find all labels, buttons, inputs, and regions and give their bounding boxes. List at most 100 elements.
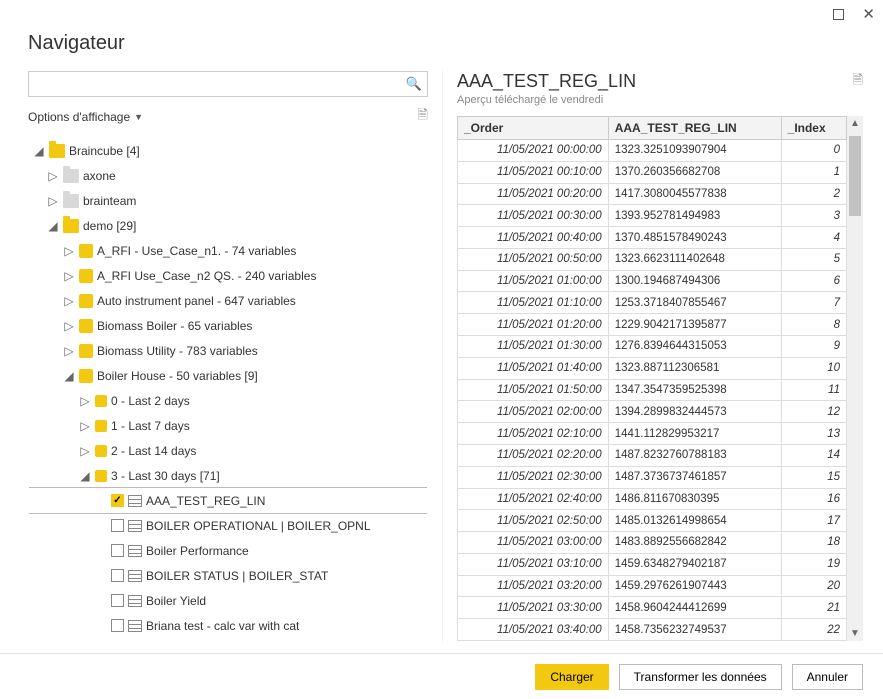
tree-leaf[interactable]: • BOILER OPERATIONAL | BOILER_OPNL	[29, 513, 427, 538]
table-row[interactable]: 11/05/2021 02:30:001487.373673746185715	[458, 466, 847, 488]
table-row[interactable]: 11/05/2021 02:00:001394.289983244457312	[458, 401, 847, 423]
expand-icon[interactable]: ▷	[47, 194, 59, 208]
cell-index: 11	[781, 379, 846, 401]
tree-node[interactable]: ▷ Biomass Boiler - 65 variables	[29, 313, 427, 338]
refresh-icon[interactable]: 🗎	[418, 106, 428, 128]
tree-node[interactable]: ▷ 0 - Last 2 days	[29, 388, 427, 413]
tree-node[interactable]: ▷ 2 - Last 14 days	[29, 438, 427, 463]
cube-icon	[79, 269, 93, 283]
load-button[interactable]: Charger	[535, 664, 608, 690]
folder-icon	[63, 219, 79, 233]
display-options-button[interactable]: Options d'affichage ▼	[28, 110, 143, 124]
search-input[interactable]	[28, 71, 428, 97]
tree-node[interactable]: ▷ A_RFI - Use_Case_n1. - 74 variables	[29, 238, 427, 263]
expand-icon[interactable]: ▷	[63, 344, 75, 358]
collapse-icon[interactable]: ◢	[33, 144, 45, 158]
maximize-icon[interactable]	[833, 9, 844, 20]
cell-index: 4	[781, 227, 846, 249]
scroll-thumb[interactable]	[849, 136, 861, 216]
table-row[interactable]: 11/05/2021 01:10:001253.37184078554677	[458, 292, 847, 314]
scroll-down-icon[interactable]: ▼	[847, 628, 863, 639]
expand-icon[interactable]: ▷	[47, 169, 59, 183]
tree-node-brainteam[interactable]: ▷ brainteam	[29, 188, 427, 213]
scroll-up-icon[interactable]: ▲	[847, 118, 863, 129]
checkbox[interactable]	[111, 619, 124, 632]
collapse-icon[interactable]: ◢	[79, 469, 91, 483]
checkbox[interactable]	[111, 544, 124, 557]
table-row[interactable]: 11/05/2021 01:00:001300.1946874943066	[458, 270, 847, 292]
table-row[interactable]: 11/05/2021 02:40:001486.81167083039516	[458, 488, 847, 510]
tree-label: BOILER OPERATIONAL | BOILER_OPNL	[146, 519, 371, 533]
expand-icon[interactable]: ▷	[63, 244, 75, 258]
expand-icon[interactable]: ▷	[79, 419, 91, 433]
table-row[interactable]: 11/05/2021 01:20:001229.90421713958778	[458, 314, 847, 336]
expand-icon[interactable]: ▷	[79, 444, 91, 458]
expand-icon[interactable]: ▷	[63, 294, 75, 308]
cell-order: 11/05/2021 03:20:00	[458, 575, 609, 597]
col-index[interactable]: _Index	[781, 117, 846, 140]
table-row[interactable]: 11/05/2021 03:00:001483.889255668284218	[458, 532, 847, 554]
cell-value: 1394.2899832444573	[608, 401, 781, 423]
tree-node[interactable]: ▷ Auto instrument panel - 647 variables	[29, 288, 427, 313]
tree-leaf[interactable]: • Boiler Yield	[29, 588, 427, 613]
preview-pane: AAA_TEST_REG_LIN Aperçu téléchargé le ve…	[457, 71, 863, 641]
table-row[interactable]: 11/05/2021 00:10:001370.2603566827081	[458, 161, 847, 183]
tree-node-root[interactable]: ◢ Braincube [4]	[29, 138, 427, 163]
search-icon[interactable]: 🔍	[406, 76, 422, 92]
tree-node-demo[interactable]: ◢ demo [29]	[29, 213, 427, 238]
cell-value: 1487.3736737461857	[608, 466, 781, 488]
cell-index: 13	[781, 423, 846, 445]
col-val[interactable]: AAA_TEST_REG_LIN	[608, 117, 781, 140]
table-row[interactable]: 11/05/2021 01:30:001276.83946443150539	[458, 336, 847, 358]
cancel-button[interactable]: Annuler	[792, 664, 863, 690]
checkbox[interactable]	[111, 594, 124, 607]
table-row[interactable]: 11/05/2021 00:00:001323.32510939079040	[458, 140, 847, 162]
preview-scrollbar[interactable]: ▲ ▼	[847, 116, 863, 641]
tree-node-axone[interactable]: ▷ axone	[29, 163, 427, 188]
tree-leaf-aaa-test[interactable]: • AAA_TEST_REG_LIN	[29, 488, 427, 513]
cube-icon	[79, 319, 93, 333]
tree-node[interactable]: ▷ Biomass Utility - 783 variables	[29, 338, 427, 363]
expand-icon[interactable]: ▷	[63, 319, 75, 333]
collapse-icon[interactable]: ◢	[63, 369, 75, 383]
table-row[interactable]: 11/05/2021 01:50:001347.354735952539811	[458, 379, 847, 401]
pane-divider[interactable]	[442, 71, 443, 641]
tree-leaf[interactable]: • BOILER STATUS | BOILER_STAT	[29, 563, 427, 588]
tree-node-boilerhouse[interactable]: ◢ Boiler House - 50 variables [9]	[29, 363, 427, 388]
tree-view[interactable]: ◢ Braincube [4] ▷ axone ▷ brainteam ◢ de…	[28, 131, 428, 641]
tree-node-last30[interactable]: ◢ 3 - Last 30 days [71]	[29, 463, 427, 488]
add-column-icon[interactable]: 🗎	[853, 71, 863, 93]
table-row[interactable]: 11/05/2021 02:20:001487.823276078818314	[458, 444, 847, 466]
collapse-icon[interactable]: ◢	[47, 219, 59, 233]
tree-leaf[interactable]: • Boiler Performance	[29, 538, 427, 563]
table-row[interactable]: 11/05/2021 03:30:001458.960424441269921	[458, 597, 847, 619]
col-order[interactable]: _Order	[458, 117, 609, 140]
checkbox-checked[interactable]	[111, 494, 124, 507]
tree-node[interactable]: ▷ 1 - Last 7 days	[29, 413, 427, 438]
table-row[interactable]: 11/05/2021 00:40:001370.48515784902434	[458, 227, 847, 249]
cell-value: 1483.8892556682842	[608, 532, 781, 554]
table-row[interactable]: 11/05/2021 02:10:001441.11282995321713	[458, 423, 847, 445]
tree-label: Briana test - calc var with cat	[146, 619, 299, 633]
table-row[interactable]: 11/05/2021 00:50:001323.66231114026485	[458, 248, 847, 270]
cell-order: 11/05/2021 01:10:00	[458, 292, 609, 314]
close-icon[interactable]: ✕	[862, 5, 875, 23]
table-row[interactable]: 11/05/2021 00:30:001393.9527814949833	[458, 205, 847, 227]
tree-leaf[interactable]: • Briana test - calc var with cat	[29, 613, 427, 638]
checkbox[interactable]	[111, 569, 124, 582]
table-row[interactable]: 11/05/2021 00:20:001417.30800455778382	[458, 183, 847, 205]
transform-button[interactable]: Transformer les données	[619, 664, 782, 690]
cell-index: 14	[781, 444, 846, 466]
cell-index: 16	[781, 488, 846, 510]
table-row[interactable]: 11/05/2021 01:40:001323.88711230658110	[458, 357, 847, 379]
table-row[interactable]: 11/05/2021 02:50:001485.013261499865417	[458, 510, 847, 532]
table-row[interactable]: 11/05/2021 03:40:001458.735623274953722	[458, 619, 847, 641]
checkbox[interactable]	[111, 519, 124, 532]
table-icon	[128, 595, 142, 607]
tree-node[interactable]: ▷ A_RFI Use_Case_n2 QS. - 240 variables	[29, 263, 427, 288]
cell-value: 1459.2976261907443	[608, 575, 781, 597]
expand-icon[interactable]: ▷	[79, 394, 91, 408]
expand-icon[interactable]: ▷	[63, 269, 75, 283]
table-row[interactable]: 11/05/2021 03:20:001459.297626190744320	[458, 575, 847, 597]
table-row[interactable]: 11/05/2021 03:10:001459.634827940218719	[458, 553, 847, 575]
